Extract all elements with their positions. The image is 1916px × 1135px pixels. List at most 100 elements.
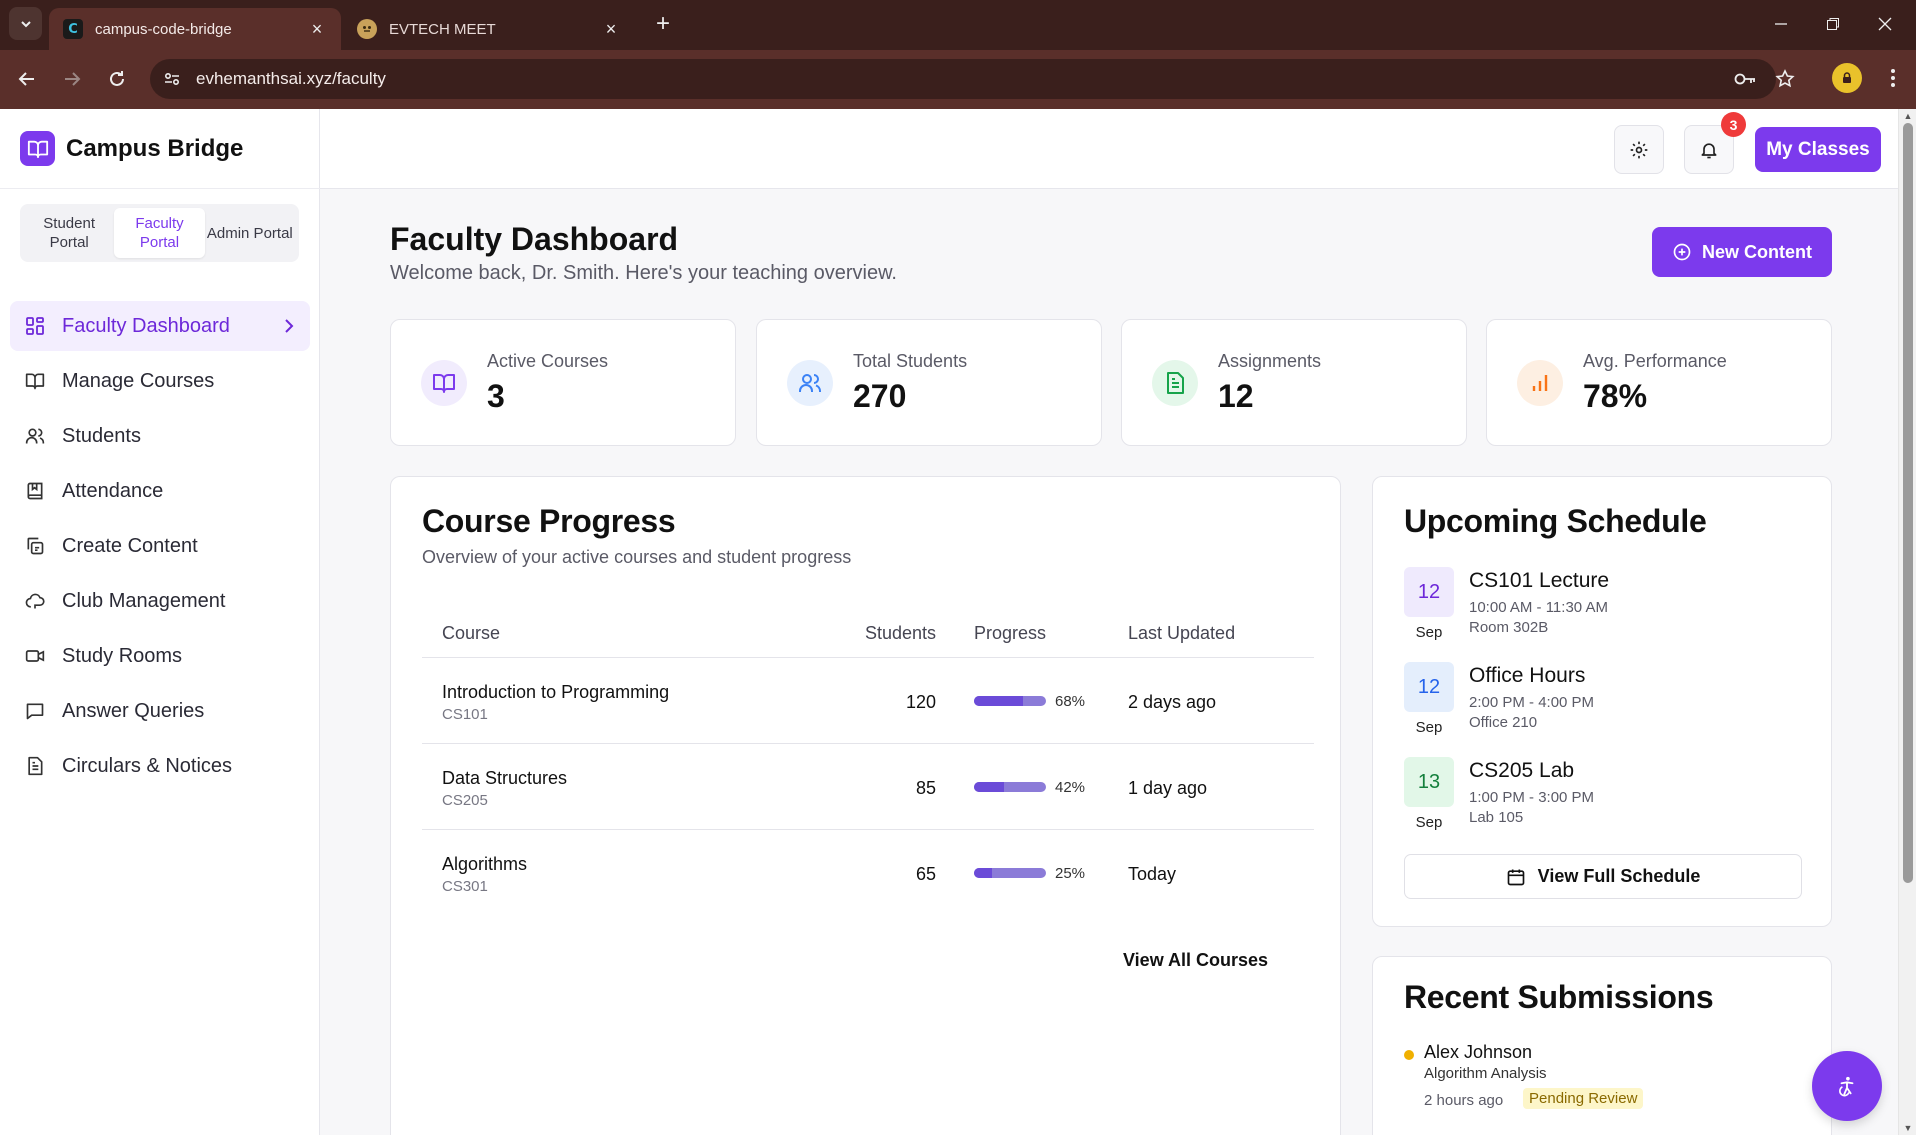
stat-card-total-students: Total Students 270: [756, 319, 1102, 446]
scroll-up-arrow-icon[interactable]: ▲: [1902, 111, 1914, 121]
card-title: Upcoming Schedule: [1404, 503, 1707, 539]
site-favicon-icon: C: [63, 19, 83, 39]
page-subtitle: Welcome back, Dr. Smith. Here's your tea…: [390, 262, 897, 284]
student-count: 65: [915, 864, 936, 884]
new-content-button[interactable]: New Content: [1652, 227, 1832, 277]
calendar-icon: [1507, 869, 1524, 885]
users-icon: [787, 359, 833, 406]
nav-item-label: Attendance: [62, 479, 164, 502]
stat-label: Assignments: [1218, 350, 1322, 371]
date-month: Sep: [1415, 814, 1443, 831]
scrollbar-thumb[interactable]: [1903, 123, 1913, 883]
view-full-schedule-button[interactable]: View Full Schedule: [1404, 854, 1802, 899]
emoji-favicon-icon: [357, 19, 377, 39]
stat-value: 3: [487, 377, 505, 414]
browser-menu-button[interactable]: [1878, 63, 1908, 93]
table-row[interactable]: Data Structures CS205 85 42% 1 day ago: [422, 744, 1314, 830]
view-full-schedule-label: View Full Schedule: [1537, 866, 1701, 886]
tab-search-button[interactable]: [9, 7, 42, 40]
stat-value: 270: [853, 377, 907, 414]
close-tab-icon[interactable]: ×: [307, 19, 327, 39]
admin-portal-tab[interactable]: Admin Portal: [205, 208, 295, 258]
browser-tab-active[interactable]: C campus-code-bridge ×: [49, 8, 341, 50]
chevron-right-icon: [284, 318, 294, 334]
nav-item-label: Faculty Dashboard: [62, 314, 230, 337]
faculty-portal-tab[interactable]: Faculty Portal: [114, 208, 205, 258]
restore-icon: [1827, 18, 1839, 30]
schedule-item[interactable]: 12 Sep CS101 Lecture 10:00 AM - 11:30 AM…: [1404, 567, 1804, 662]
student-count: 120: [905, 692, 936, 712]
scroll-down-arrow-icon[interactable]: ▼: [1902, 1123, 1914, 1133]
nav-item-faculty-dashboard[interactable]: Faculty Dashboard: [10, 301, 310, 351]
message-icon: [24, 700, 46, 722]
forward-button[interactable]: [55, 62, 89, 96]
schedule-item[interactable]: 12 Sep Office Hours 2:00 PM - 4:00 PM Of…: [1404, 662, 1804, 757]
accessibility-fab[interactable]: [1812, 1051, 1882, 1121]
close-window-button[interactable]: [1860, 8, 1910, 40]
progress-bar: [974, 868, 1046, 878]
progress-bar: [974, 696, 1046, 706]
column-header-last-updated: Last Updated: [1128, 623, 1236, 643]
tab-title: campus-code-bridge: [95, 20, 232, 38]
nav-item-label: Answer Queries: [62, 699, 205, 722]
minimize-button[interactable]: [1756, 8, 1806, 40]
key-icon[interactable]: [1734, 68, 1756, 90]
column-header-progress: Progress: [974, 623, 1047, 643]
settings-button[interactable]: [1614, 125, 1664, 174]
nav-item-students[interactable]: Students: [10, 411, 310, 461]
card-subtitle: Overview of your active courses and stud…: [422, 547, 852, 567]
student-portal-tab[interactable]: Student Portal: [24, 208, 114, 258]
table-header: Course Students Progress Last Updated: [422, 609, 1314, 658]
progress-bar: [974, 782, 1046, 792]
progress-fill: [974, 782, 1005, 792]
reload-button[interactable]: [100, 62, 134, 96]
nav-item-study-rooms[interactable]: Study Rooms: [10, 631, 310, 681]
view-all-courses-link[interactable]: View All Courses: [1123, 950, 1268, 971]
arrow-right-icon: [65, 72, 81, 86]
table-row[interactable]: Algorithms CS301 65 25% Today: [422, 830, 1314, 916]
nav-item-create-content[interactable]: Create Content: [10, 521, 310, 571]
stat-label: Total Students: [853, 350, 968, 371]
profile-avatar[interactable]: [1832, 63, 1862, 93]
cloud-icon: [24, 590, 46, 612]
book-icon: [24, 370, 46, 392]
grid-icon: [24, 315, 46, 337]
nav-item-manage-courses[interactable]: Manage Courses: [10, 356, 310, 406]
nav-item-answer-queries[interactable]: Answer Queries: [10, 686, 310, 736]
page-scrollbar[interactable]: ▲ ▼: [1898, 109, 1916, 1135]
close-tab-icon[interactable]: ×: [601, 19, 621, 39]
restore-button[interactable]: [1808, 8, 1858, 40]
bar-chart-icon: [1517, 359, 1563, 406]
course-code: CS301: [442, 878, 488, 895]
site-info-icon[interactable]: [162, 69, 182, 89]
address-toolbar: evhemanthsai.xyz/faculty: [0, 50, 1916, 109]
bell-icon: [1701, 142, 1717, 158]
stat-card-avg-performance: Avg. Performance 78%: [1486, 319, 1832, 446]
nav-item-club-management[interactable]: Club Management: [10, 576, 310, 626]
nav-item-attendance[interactable]: Attendance: [10, 466, 310, 516]
schedule-title: CS101 Lecture: [1469, 569, 1610, 592]
nav-item-label: Circulars & Notices: [62, 754, 233, 777]
app-viewport: Campus Bridge Student Portal Faculty Por…: [0, 109, 1916, 1135]
page-title: Faculty Dashboard: [390, 221, 679, 257]
notification-count-badge: 3: [1721, 112, 1746, 137]
table-row[interactable]: Introduction to Programming CS101 120 68…: [422, 658, 1314, 744]
card-title: Course Progress: [422, 503, 676, 539]
browser-tab[interactable]: EVTECH MEET ×: [343, 8, 635, 50]
address-bar[interactable]: evhemanthsai.xyz/faculty: [150, 59, 1795, 99]
schedule-room: Office 210: [1469, 714, 1538, 731]
brand[interactable]: Campus Bridge: [0, 109, 320, 189]
new-tab-button[interactable]: +: [650, 10, 676, 37]
date-day: 12: [1404, 567, 1454, 617]
schedule-title: CS205 Lab: [1469, 759, 1575, 782]
my-classes-button[interactable]: My Classes: [1755, 127, 1881, 172]
nav-item-circulars-notices[interactable]: Circulars & Notices: [10, 741, 310, 791]
copy-icon: [24, 535, 46, 557]
plus-circle-icon: [1673, 243, 1691, 261]
bookmark-star-icon[interactable]: [1774, 68, 1796, 90]
nav-item-label: Students: [62, 424, 141, 447]
more-vertical-icon: [1891, 69, 1895, 87]
back-button[interactable]: [10, 62, 44, 96]
stat-value: 78%: [1583, 377, 1648, 414]
schedule-item[interactable]: 13 Sep CS205 Lab 1:00 PM - 3:00 PM Lab 1…: [1404, 757, 1804, 852]
